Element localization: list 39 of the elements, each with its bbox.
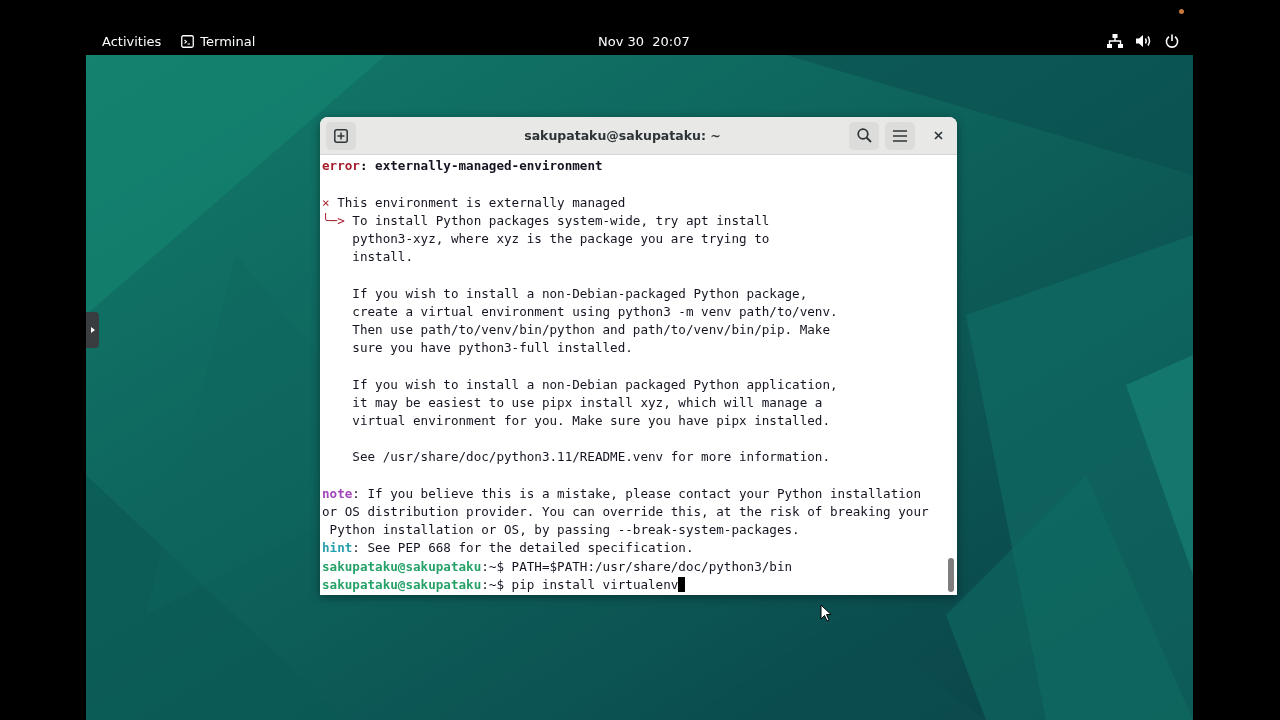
terminal-line: virtual environment for you. Make sure you have pipx installed. (351, 412, 831, 430)
triangle-icon (90, 327, 95, 333)
menu-button[interactable] (885, 121, 915, 150)
power-icon[interactable] (1165, 34, 1179, 48)
plus-icon (334, 128, 348, 143)
terminal-line: create a virtual environment using python3 -m venv path/to/venv. (351, 302, 839, 321)
indicator-dot (1179, 9, 1184, 14)
scrollbar-thumb[interactable] (948, 558, 954, 592)
terminal-line: If you wish to install a non-Debian-packaged Python package, (351, 284, 809, 303)
clock-button[interactable]: Nov 30 20:07 (590, 31, 698, 52)
terminal-line: hint: See PEP 668 for the detailed specification. (322, 539, 695, 558)
dock-handle[interactable] (86, 312, 99, 348)
search-button[interactable] (849, 121, 879, 150)
terminal-line: ╰─> To install Python packages system-wide, try apt install (322, 211, 771, 230)
terminal-line: Python installation or OS, by passing --break-system-packages. (328, 521, 801, 540)
terminal-line: × This environment is externally managed (322, 193, 627, 212)
terminal-line: Then use path/to/venv/bin/python and path/to/venv/bin/pip. Make (351, 321, 831, 339)
network-icon[interactable] (1107, 33, 1123, 49)
new-tab-button[interactable] (326, 121, 356, 150)
menu-icon (893, 129, 907, 142)
terminal-line: See /usr/share/doc/python3.11/README.venv for more information. (351, 448, 831, 467)
mouse-pointer-icon (820, 604, 832, 622)
terminal-line: error: externally-managed-environment (322, 157, 604, 176)
search-icon (856, 128, 872, 143)
terminal-line: it may be easiest to use pipx install xyz, which will manage a (351, 393, 824, 412)
terminal-line: note: If you believe this is a mistake, please contact your Python installation (322, 484, 922, 503)
terminal-line: python3-xyz, where xyz is the package you are trying to (351, 230, 771, 248)
terminal-line: or OS distribution provider. You can override this, at the risk of breaking your (322, 503, 930, 521)
terminal-line: install. (351, 248, 414, 267)
terminal-line: sure you have python3-full installed. (351, 339, 634, 358)
volume-icon[interactable] (1136, 34, 1152, 48)
app-menu-button[interactable]: Terminal (173, 30, 264, 52)
terminal-line: sakupataku@sakupataku:~$ pip install virtualenv (322, 575, 945, 594)
activities-button[interactable]: Activities (94, 30, 170, 52)
terminal-icon (181, 34, 195, 48)
close-icon (933, 131, 943, 140)
terminal-line: If you wish to install a non-Debian packaged Python application, (351, 375, 839, 394)
window-title: sakupataku@sakupataku: ~ (523, 128, 722, 143)
terminal-line: sakupataku@sakupataku:~$ PATH=$PATH:/usr/share/doc/python3/bin (322, 557, 794, 576)
